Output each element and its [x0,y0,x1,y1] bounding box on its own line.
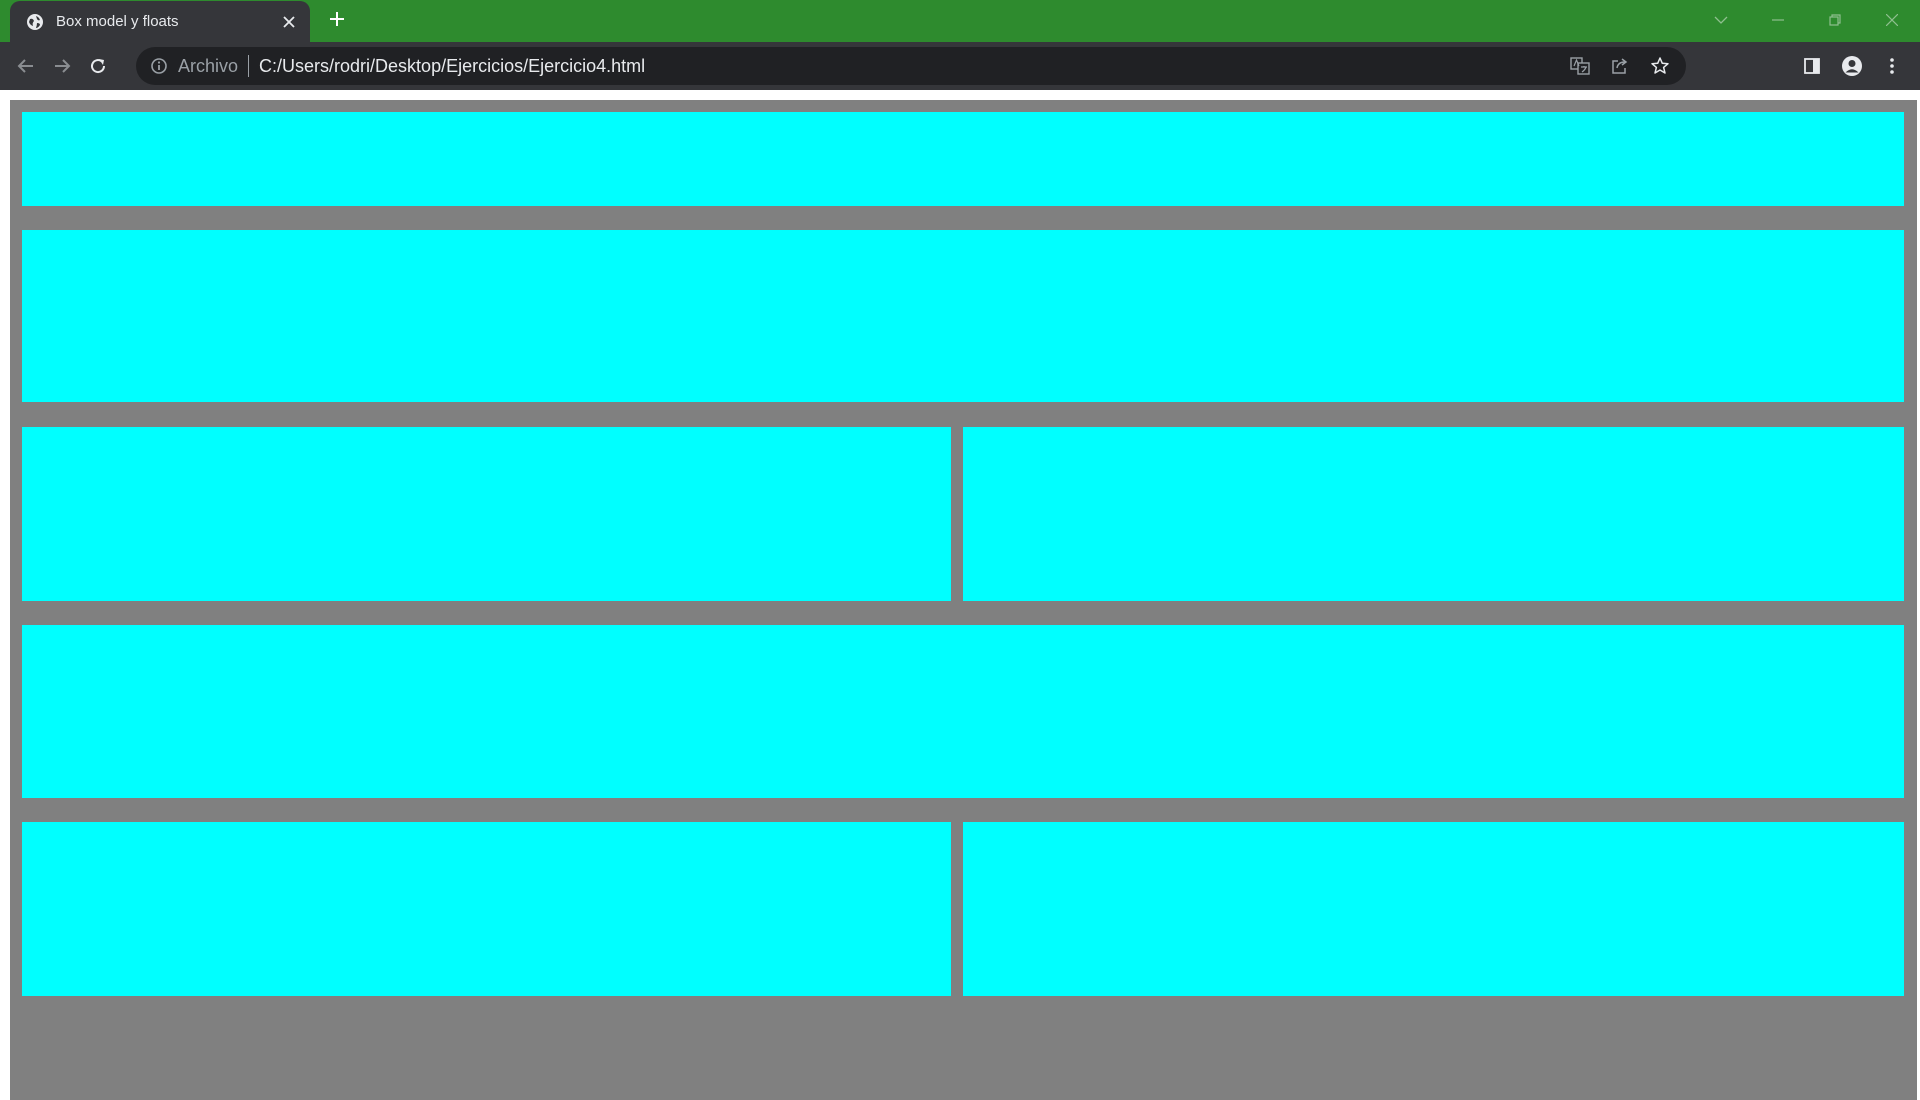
cyan-box-row2 [22,230,1904,402]
address-bar[interactable]: Archivo C:/Users/rodri/Desktop/Ejercicio… [136,47,1686,85]
reload-icon[interactable] [80,48,116,84]
omnibox-divider [248,55,250,77]
scheme-label: Archivo [178,55,239,76]
arrow-left-icon[interactable] [8,48,44,84]
close-icon[interactable] [278,11,300,33]
toolbar-right-tools [1792,48,1912,84]
gray-container [10,100,1917,1100]
arrow-right-icon[interactable] [44,48,80,84]
cyan-box-row5-right [963,822,1904,996]
cyan-box-row4 [22,625,1904,798]
window-controls [1692,0,1920,40]
restore-icon[interactable] [1806,0,1863,40]
cyan-box-row5-left [22,822,951,996]
minimize-icon[interactable] [1749,0,1806,40]
info-icon[interactable] [150,57,168,75]
browser-tab[interactable]: Box model y floats [10,1,310,42]
title-bar: Box model y floats [0,0,1920,42]
kebab-menu-icon[interactable] [1872,48,1912,84]
close-window-icon[interactable] [1863,0,1920,40]
browser-toolbar: Archivo C:/Users/rodri/Desktop/Ejercicio… [0,42,1920,90]
plus-icon [329,11,345,32]
url-text[interactable]: C:/Users/rodri/Desktop/Ejercicios/Ejerci… [259,56,645,77]
omnibox-actions [1560,47,1680,85]
share-icon[interactable] [1600,47,1640,85]
cyan-box-row3-left [22,427,951,601]
profile-icon[interactable] [1832,48,1872,84]
chevron-down-icon[interactable] [1692,0,1749,40]
star-icon[interactable] [1640,47,1680,85]
tab-title: Box model y floats [56,13,179,30]
cyan-box-row1 [22,112,1904,206]
page-viewport [0,90,1920,1100]
globe-icon [26,13,44,31]
cyan-box-row3-right [963,427,1904,601]
side-panel-icon[interactable] [1792,48,1832,84]
translate-icon[interactable] [1560,47,1600,85]
new-tab-button[interactable] [324,8,350,34]
